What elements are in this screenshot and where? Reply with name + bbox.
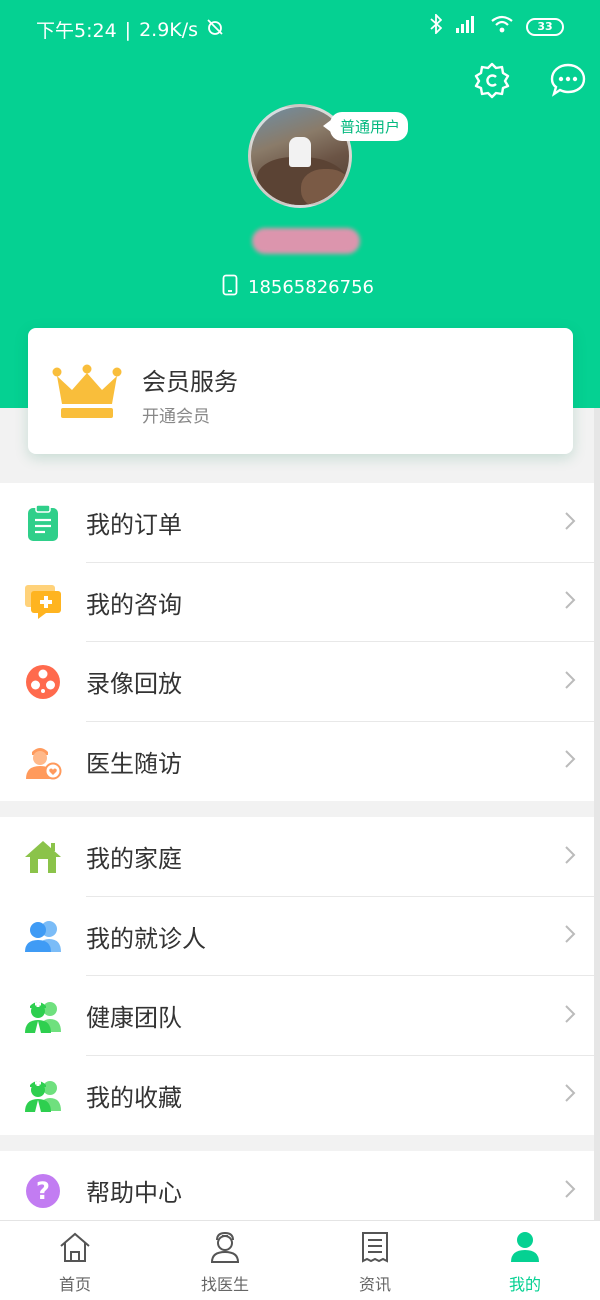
menu-item-family[interactable]: 我的家庭 (0, 817, 600, 897)
menu-item-video-replay[interactable]: 录像回放 (0, 642, 600, 722)
menu-item-label: 我的就诊人 (86, 924, 206, 953)
chevron-right-icon (564, 590, 576, 614)
menu-item-orders[interactable]: 我的订单 (0, 483, 600, 563)
status-time: 下午5:24 (36, 20, 117, 42)
tab-label: 首页 (58, 1275, 91, 1294)
patients-icon (24, 917, 62, 955)
tab-find-doctor[interactable]: 找医生 (150, 1221, 300, 1300)
menu-item-label: 录像回放 (86, 670, 182, 699)
chevron-right-icon (564, 670, 576, 694)
menu-item-label: 医生随访 (86, 749, 182, 778)
tab-label: 找医生 (200, 1275, 249, 1294)
crown-icon (52, 364, 122, 424)
phone-number: 18565826756 (248, 277, 374, 298)
member-title: 会员服务 (142, 368, 238, 396)
message-button[interactable] (548, 62, 588, 102)
menu-item-doctor-visit[interactable]: 医生随访 (0, 722, 600, 802)
chevron-right-icon (564, 845, 576, 869)
user-level-badge: 普通用户 (322, 112, 409, 141)
bluetooth-icon (430, 12, 443, 39)
menu-item-label: 我的收藏 (86, 1083, 182, 1112)
order-icon (24, 504, 62, 542)
status-speed: 2.9K/s (139, 18, 199, 41)
menu-item-patients[interactable]: 我的就诊人 (0, 897, 600, 976)
bottom-tab-bar: 首页 找医生 资讯 我的 (0, 1220, 600, 1300)
alarm-off-icon (206, 18, 224, 41)
scrollbar-track[interactable] (594, 408, 600, 1220)
chevron-right-icon (564, 1004, 576, 1028)
doctor-visit-icon (24, 742, 62, 780)
menu-item-consult[interactable]: 我的咨询 (0, 563, 600, 642)
gear-icon (473, 61, 511, 103)
username-redacted (252, 228, 360, 254)
signal-icon (454, 14, 478, 39)
chevron-right-icon (564, 924, 576, 948)
menu-item-label: 帮助中心 (86, 1179, 182, 1208)
menu-group-2: 我的家庭 我的就诊人 健康团队 我的收藏 (0, 817, 600, 1135)
help-icon: ? (24, 1172, 62, 1210)
tab-me[interactable]: 我的 (450, 1221, 600, 1300)
menu-item-label: 我的咨询 (86, 590, 182, 619)
status-bar: 下午5:24 | 2.9K/s 33 (0, 0, 600, 56)
menu-item-label: 健康团队 (86, 1004, 182, 1033)
tab-home[interactable]: 首页 (0, 1221, 150, 1300)
home-tab-icon (58, 1231, 92, 1271)
me-icon (508, 1231, 542, 1271)
find-doctor-icon (208, 1231, 242, 1271)
menu-item-health-team[interactable]: 健康团队 (0, 976, 600, 1056)
chevron-right-icon (564, 1179, 576, 1203)
news-icon (360, 1231, 390, 1271)
settings-button[interactable] (472, 62, 512, 102)
chevron-right-icon (564, 1083, 576, 1107)
wifi-icon (490, 14, 514, 39)
svg-text:?: ? (36, 1177, 50, 1205)
tab-news[interactable]: 资讯 (300, 1221, 450, 1300)
phone-icon (222, 274, 238, 301)
health-team-icon (24, 997, 62, 1035)
menu-item-favorites[interactable]: 我的收藏 (0, 1056, 600, 1136)
status-divider: | (124, 18, 132, 41)
tab-label: 资讯 (358, 1275, 391, 1294)
menu-group-3: ? 帮助中心 (0, 1151, 600, 1221)
tab-label: 我的 (508, 1275, 541, 1294)
menu-item-label: 我的家庭 (86, 845, 182, 874)
menu-item-label: 我的订单 (86, 511, 182, 540)
member-subtitle: 开通会员 (142, 407, 210, 427)
menu-group-1: 我的订单 我的咨询 录像回放 医生随访 (0, 483, 600, 801)
phone-row: 18565826756 (222, 274, 374, 301)
chevron-right-icon (564, 511, 576, 535)
chat-bubble-icon (549, 61, 587, 103)
menu-item-help-center[interactable]: ? 帮助中心 (0, 1151, 600, 1221)
home-icon (24, 838, 62, 876)
chevron-right-icon (564, 749, 576, 773)
video-icon (24, 663, 62, 701)
consult-icon (24, 583, 62, 621)
member-service-card[interactable]: 会员服务 开通会员 (28, 328, 573, 454)
battery-indicator: 33 (526, 17, 564, 36)
favorites-icon (24, 1076, 62, 1114)
